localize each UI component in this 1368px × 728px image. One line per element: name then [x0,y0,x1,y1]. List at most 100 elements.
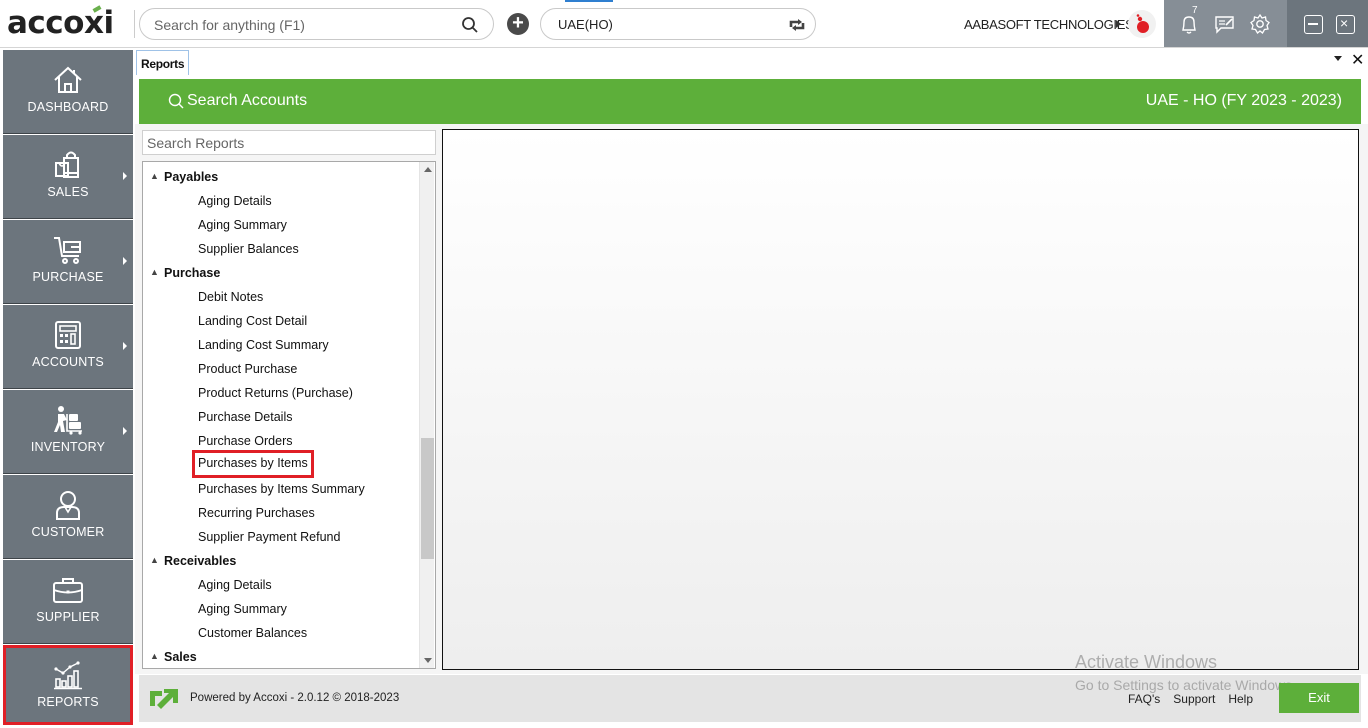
accoxi-logo: accoxi [7,5,114,41]
tree-label: Aging Summary [198,602,287,616]
tree-group[interactable]: ▲ Purchase [150,262,220,286]
tree-item[interactable]: Customer Balances [198,622,307,646]
tree-label: Purchases by Items [198,456,308,470]
exit-button[interactable]: Exit [1279,683,1359,713]
sidebar-item-purchase[interactable]: PURCHASE [3,220,133,304]
tree-label: Aging Summary [198,218,287,232]
message-edit-icon[interactable] [1213,12,1237,36]
sidebar-label: DASHBOARD [27,100,109,114]
search-reports-input[interactable] [143,131,435,154]
tree-scrollbar[interactable] [419,162,434,668]
collapse-chevron-icon[interactable]: ▲ [150,171,159,181]
tree-label: Payables [164,170,219,184]
tree-group[interactable]: ▲ Receivables [150,550,236,574]
help-link[interactable]: Help [1228,692,1253,706]
sidebar-label: PURCHASE [32,270,104,284]
tree-label: Product Purchase [198,362,298,376]
worker-trolley-icon [54,406,82,435]
shopping-bags-icon [55,151,79,178]
tree-item[interactable]: Debit Notes [198,286,263,310]
caret-right-icon [1116,20,1121,28]
sidebar-item-dashboard[interactable]: DASHBOARD [3,50,133,134]
tree-item[interactable]: Recurring Purchases [198,502,315,526]
tree-label: Sales [164,650,197,664]
tree-item[interactable]: Product Returns (Purchase) [198,382,353,406]
tree-label: Purchases by Items Summary [198,482,365,496]
tree-group[interactable]: ▲ Sales [150,646,197,668]
sidebar-item-accounts[interactable]: ACCOUNTS [3,305,133,389]
exit-label: Exit [1308,690,1330,705]
search-accounts-button[interactable]: Search Accounts [168,92,307,110]
scroll-up-icon[interactable] [424,167,432,172]
tab-reports[interactable]: Reports [136,50,189,75]
submenu-arrow-icon [123,427,127,435]
collapse-chevron-icon[interactable]: ▲ [150,555,159,565]
chart-icon [54,661,82,690]
cart-icon [54,237,81,264]
company-fiscal-year: UAE - HO (FY 2023 - 2023) [1145,92,1342,109]
sidebar-item-supplier[interactable]: SUPPLIER [3,560,133,644]
sidebar-item-sales[interactable]: SALES [3,135,133,219]
tab-list-dropdown-icon[interactable] [1334,56,1342,61]
tree-item[interactable]: Purchases by Items Summary [198,478,365,502]
app-window: accoxi + UAE(HO) AABASOFT TECHNOLOGIES 7 [0,0,1368,728]
notification-count: 7 [1192,5,1198,16]
tree-label: Landing Cost Detail [198,314,308,328]
home-icon [54,66,82,93]
submenu-arrow-icon [123,342,127,350]
search-reports-box[interactable] [142,130,436,155]
sidebar-label: ACCOUNTS [32,355,104,369]
collapse-chevron-icon[interactable]: ▲ [150,651,159,661]
tree-group[interactable]: ▲ Payables [150,166,219,190]
add-new-button[interactable]: + [507,13,529,35]
activate-windows-title: Activate Windows [1075,652,1218,672]
global-search-input[interactable] [154,15,454,35]
scrollbar-thumb[interactable] [421,438,434,559]
sidebar-label: SALES [47,185,89,199]
tree-item[interactable]: Product Purchase [198,358,297,382]
tree-item[interactable]: Supplier Balances [198,238,299,262]
collapse-chevron-icon[interactable]: ▲ [150,267,159,277]
sidebar-item-inventory[interactable]: INVENTORY [3,390,133,474]
logo-divider [134,10,135,38]
tree-item[interactable]: Supplier Payment Refund [198,526,340,550]
plus-icon: + [512,12,524,34]
sidebar-item-customer[interactable]: CUSTOMER [3,475,133,559]
gear-icon[interactable] [1248,12,1272,36]
company-name[interactable]: AABASOFT TECHNOLOGIES [964,17,1134,32]
tree-item[interactable]: Aging Summary [198,214,287,238]
tree-label: Customer Balances [198,626,308,640]
sidebar-label: REPORTS [37,695,99,709]
tree-label: Aging Details [198,578,272,592]
scroll-down-icon[interactable] [424,658,432,663]
close-app-button[interactable]: × [1336,15,1355,34]
support-link[interactable]: Support [1173,692,1215,706]
search-icon[interactable] [461,16,479,39]
sidebar-item-reports[interactable]: REPORTS [3,645,133,725]
report-preview-area [442,129,1359,670]
tree-item[interactable]: Aging Summary [198,598,287,622]
faq-link[interactable]: FAQ's [1128,692,1160,706]
tree-label: Debit Notes [198,290,264,304]
tree-item[interactable]: Landing Cost Detail [198,310,307,334]
briefcase-icon [53,578,83,603]
user-avatar[interactable] [1128,10,1156,38]
global-search-box[interactable] [139,8,494,40]
tree-label: Landing Cost Summary [198,338,329,352]
tree-item[interactable]: Purchase Details [198,406,293,430]
tree-item[interactable]: Purchase Orders [198,430,292,454]
tab-strip: Reports ✕ [135,48,1368,75]
submenu-arrow-icon [123,172,127,180]
minimize-button[interactable] [1304,15,1323,34]
top-bar: accoxi + UAE(HO) AABASOFT TECHNOLOGIES 7 [0,0,1368,48]
branch-selector[interactable]: UAE(HO) [540,8,816,40]
tree-item[interactable]: Purchases by Items [192,450,314,478]
close-tab-icon[interactable]: ✕ [1351,50,1364,70]
tree-item[interactable]: Aging Details [198,190,272,214]
switch-branch-icon[interactable] [787,15,807,40]
tree-item[interactable]: Landing Cost Summary [198,334,329,358]
tree-label: Purchase Details [198,410,293,424]
tree-item[interactable]: Aging Details [198,574,272,598]
search-icon [168,93,184,109]
search-accounts-label: Search Accounts [187,92,308,109]
